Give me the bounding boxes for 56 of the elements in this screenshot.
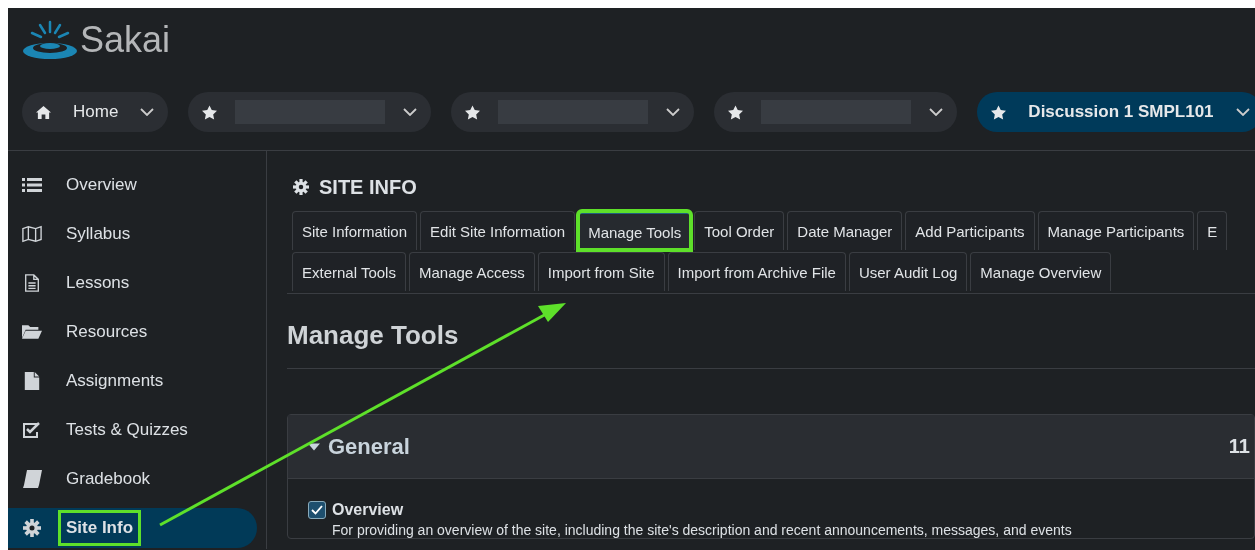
sidebar-item[interactable]: Assignments (8, 361, 257, 401)
chevron-icon (1235, 108, 1250, 116)
sidebar-item[interactable]: Syllabus (8, 214, 257, 254)
tab[interactable]: Manage Participants (1037, 211, 1195, 250)
star-icon (202, 104, 218, 120)
tab[interactable]: Site Information (292, 211, 418, 250)
document-icon (22, 372, 42, 390)
chevron-icon (666, 108, 681, 116)
tab[interactable]: Edit Site Information (420, 211, 576, 250)
sidebar-item[interactable]: Lessons (8, 263, 257, 303)
tab[interactable]: Manage Overview (970, 252, 1112, 291)
tool-count: 11 (1228, 435, 1250, 458)
document-icon (22, 274, 42, 292)
tab[interactable]: Date Manager (787, 211, 903, 250)
tab[interactable]: Tool Order (694, 211, 785, 250)
tab[interactable]: Manage Tools (578, 211, 692, 250)
star-icon (465, 104, 481, 120)
tab[interactable]: E (1197, 211, 1228, 250)
logo-icon (22, 20, 78, 60)
book-icon (22, 470, 42, 488)
sidebar-item[interactable]: Tests & Quizzes (8, 410, 257, 450)
sidebar-item[interactable]: Site Info (8, 508, 257, 548)
gear-icon (293, 179, 309, 195)
sidebar-item[interactable]: Gradebook (8, 459, 257, 499)
tab[interactable]: Add Participants (905, 211, 1035, 250)
site-tab[interactable] (188, 92, 432, 132)
tab[interactable]: Import from Archive File (667, 252, 846, 291)
page-heading: Manage Tools (287, 320, 460, 352)
gear-icon (22, 519, 42, 537)
section-title: General (328, 433, 410, 460)
home-icon (36, 104, 51, 120)
folder-icon (22, 323, 42, 341)
star-icon (991, 104, 1007, 120)
tab[interactable]: Import from Site (537, 252, 665, 291)
tab[interactable]: External Tools (292, 252, 406, 291)
map-icon (22, 225, 42, 243)
tool-title: SITE INFO (319, 175, 417, 199)
checkbox-icon (22, 421, 42, 439)
logo-text: Sakai (80, 20, 171, 60)
checkbox[interactable] (308, 501, 326, 519)
sidebar-item[interactable]: Overview (8, 165, 257, 205)
tab[interactable]: Manage Access (408, 252, 535, 291)
tab[interactable]: User Audit Log (848, 252, 968, 291)
site-tab[interactable]: Home (22, 92, 169, 132)
tool-description: For providing an overview of the site, including the site's description and recent announcements, messages, and events (332, 522, 1072, 538)
chevron-icon (403, 108, 418, 116)
sidebar-item[interactable]: Resources (8, 312, 257, 352)
site-tab[interactable]: Discussion 1 SMPL101 (977, 92, 1255, 132)
list-icon (22, 176, 42, 194)
section-header[interactable]: General 11 (288, 415, 1254, 479)
site-tab[interactable] (451, 92, 695, 132)
chevron-icon (140, 108, 155, 116)
site-tab[interactable] (714, 92, 958, 132)
tool-name: Overview (332, 501, 405, 519)
chevron-icon (929, 108, 944, 116)
star-icon (728, 104, 744, 120)
